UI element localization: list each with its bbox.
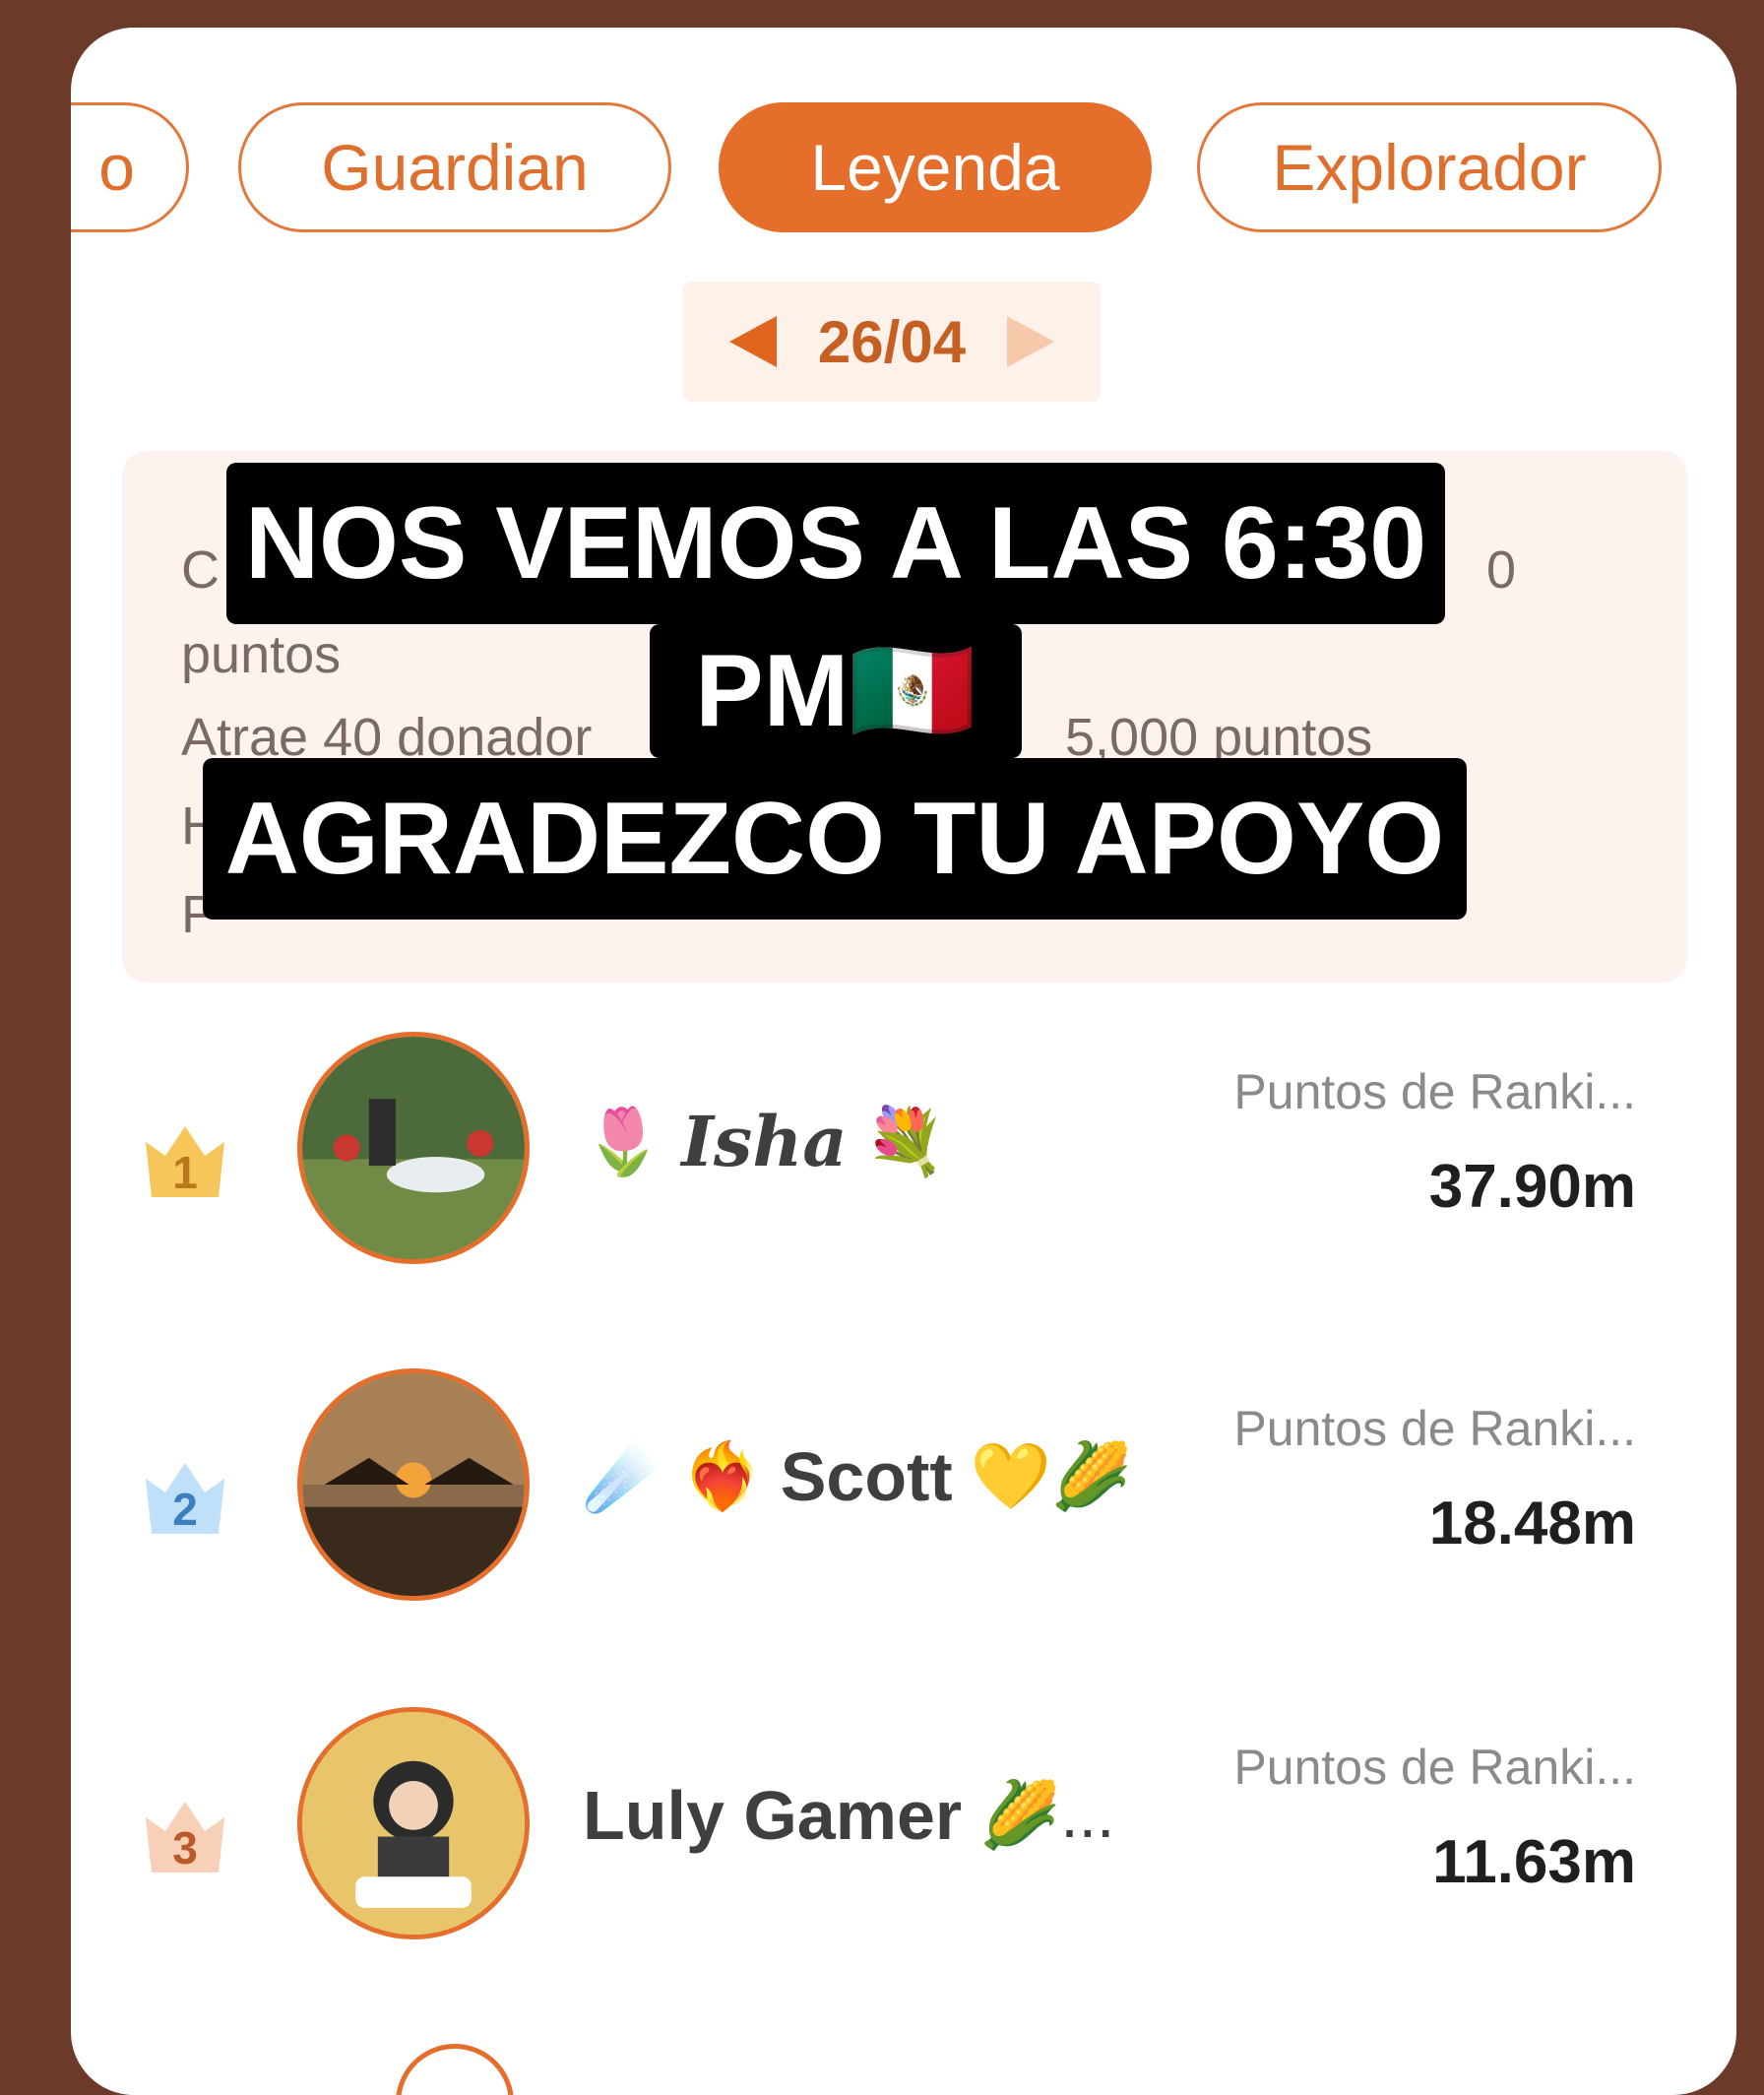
username-emoji-before: ☄️ ❤️‍🔥 [583, 1439, 763, 1512]
requirement-line-1-end: 0 [1486, 540, 1517, 600]
leaderboard-row[interactable]: 3 Luly Gamer 🌽... Puntos de Ranki... 11.… [71, 1707, 1736, 1963]
username-emoji-after: 💛🌽 [970, 1439, 1133, 1512]
requirement-line-2: puntos [181, 625, 342, 684]
points-label: Puntos de Ranki... [1233, 1401, 1636, 1456]
previous-date-icon[interactable] [728, 316, 777, 367]
username-emoji-after: 💐 [864, 1104, 946, 1177]
rank-number: 3 [172, 1822, 198, 1873]
username-text: Isha [681, 1101, 848, 1182]
date-label: 26/04 [817, 308, 967, 375]
username[interactable]: Luly Gamer 🌽... [583, 1776, 1114, 1855]
points-value: 37.90m [1428, 1153, 1636, 1221]
username-emoji-before: 🌷 [583, 1104, 664, 1177]
username-emoji-after: 🌽... [979, 1778, 1115, 1851]
crown-silver-icon: 2 [140, 1449, 230, 1538]
crown-bronze-icon: 3 [140, 1788, 230, 1876]
avatar[interactable] [297, 1707, 530, 1939]
points-value: 11.63m [1432, 1828, 1636, 1896]
points-label: Puntos de Ranki... [1233, 1064, 1636, 1119]
ranking-card: o Guardian Leyenda Explorador 26/04 C 0 … [71, 28, 1736, 2095]
crown-gold-icon: 1 [140, 1112, 230, 1201]
username-text: Scott [780, 1438, 953, 1515]
next-date-icon[interactable] [1007, 316, 1055, 367]
points-value: 18.48m [1428, 1490, 1636, 1557]
tab-leyenda[interactable]: Leyenda [719, 102, 1152, 232]
tab-explorador[interactable]: Explorador [1197, 102, 1662, 232]
caption-line-2: PM🇲🇽 [650, 624, 1022, 758]
avatar[interactable] [297, 1368, 530, 1601]
caption-line-3: AGRADEZCO TU APOYO [203, 758, 1467, 920]
tab-guardian[interactable]: Guardian [238, 102, 671, 232]
date-switcher: 26/04 [683, 282, 1101, 402]
avatar[interactable] [297, 1032, 530, 1264]
leaderboard-row[interactable]: 2 ☄️ ❤️‍🔥 Scott 💛🌽 Puntos de Ranki... 18… [71, 1368, 1736, 1624]
leaderboard-row[interactable]: 1 🌷 Isha 💐 Puntos de Ranki... 37.90m [71, 1032, 1736, 1288]
username[interactable]: 🌷 Isha 💐 [583, 1101, 946, 1182]
caption-line-1: NOS VEMOS A LAS 6:30 [226, 463, 1445, 624]
requirement-line-1: C [181, 540, 220, 600]
points-label: Puntos de Ranki... [1233, 1740, 1636, 1795]
rank-number: 1 [172, 1147, 198, 1198]
tab-partial[interactable]: o [71, 102, 189, 232]
username[interactable]: ☄️ ❤️‍🔥 Scott 💛🌽 [583, 1437, 1132, 1516]
rank-number: 2 [172, 1484, 198, 1535]
username-text: Luly Gamer [583, 1777, 963, 1854]
